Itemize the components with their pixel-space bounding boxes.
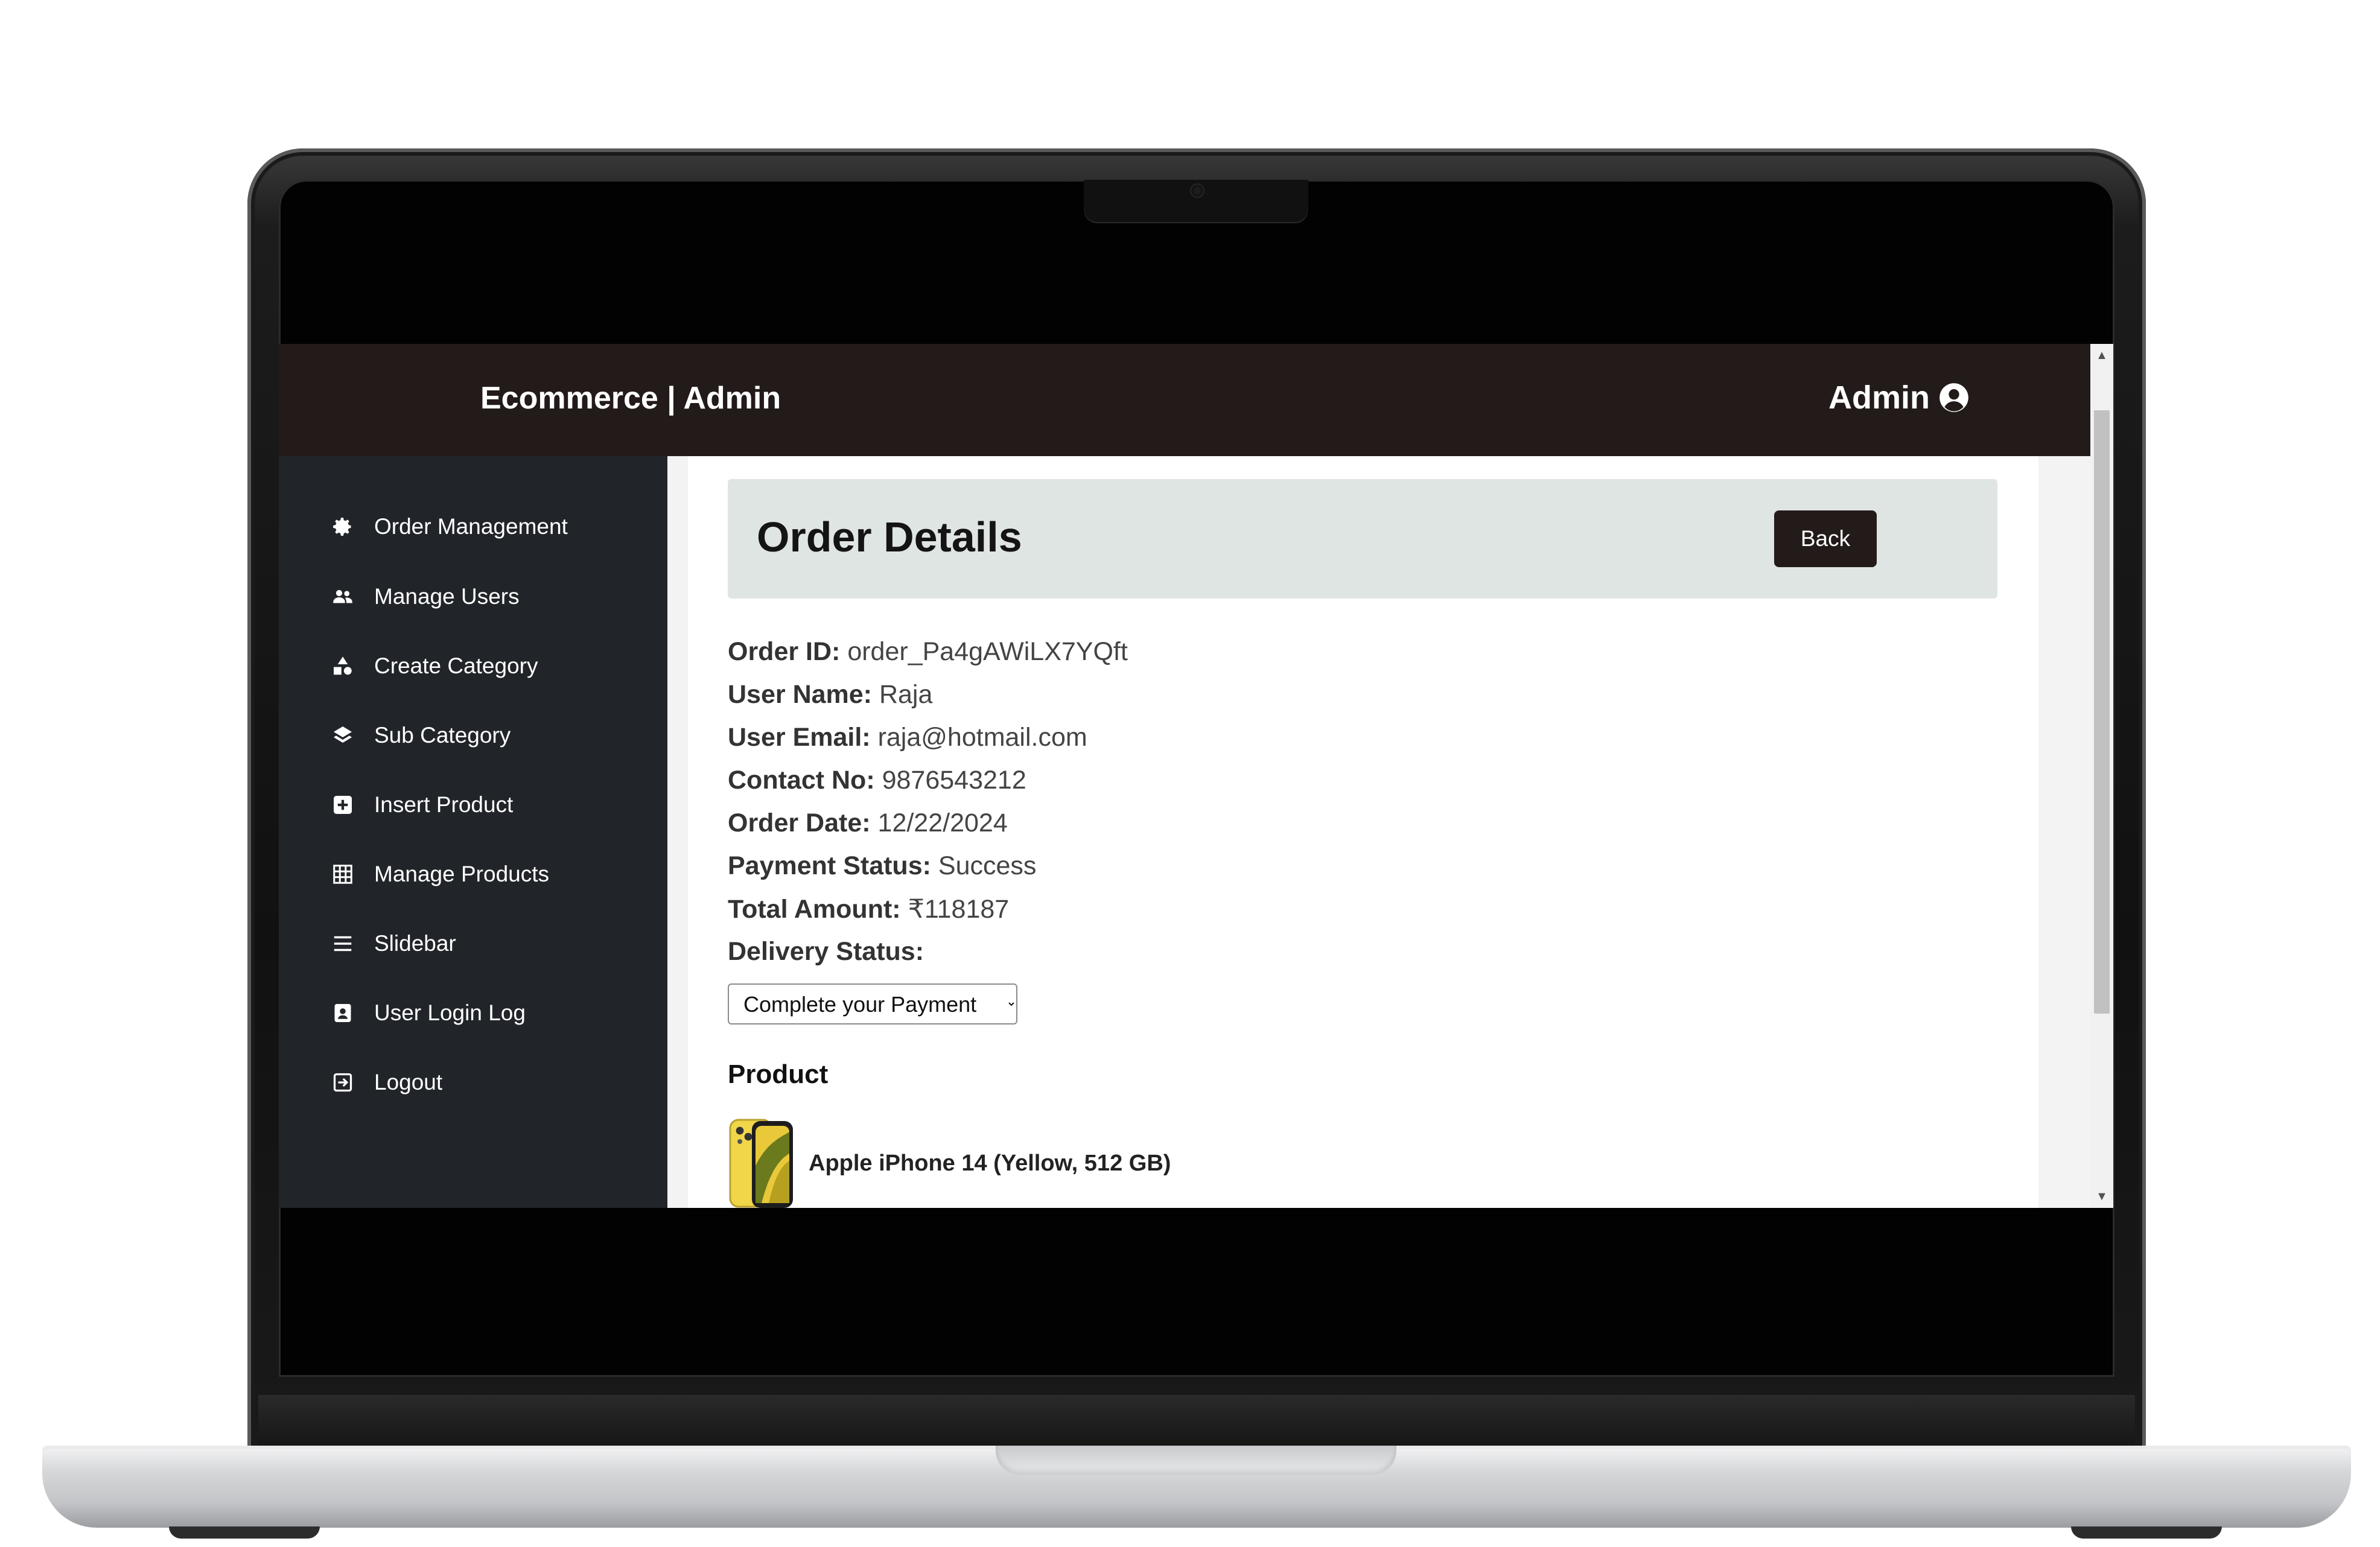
scrollbar-thumb[interactable] bbox=[2094, 410, 2110, 1014]
sidebar-item-label: Logout bbox=[374, 1070, 443, 1094]
sidebar-item-label: Slidebar bbox=[374, 931, 456, 956]
top-navbar: Ecommerce | Admin Admin bbox=[279, 344, 2090, 456]
order-id-row: Order ID: order_Pa4gAWiLX7YQft bbox=[728, 637, 1128, 667]
order-date-value: 12/22/2024 bbox=[877, 808, 1008, 837]
user-name-value: Raja bbox=[879, 680, 933, 709]
sidebar-item-label: Manage Users bbox=[374, 584, 520, 609]
order-date-row: Order Date: 12/22/2024 bbox=[728, 808, 1008, 838]
laptop-thumb-notch bbox=[996, 1446, 1396, 1475]
layers-icon bbox=[332, 725, 354, 746]
user-circle-icon bbox=[1938, 382, 1970, 413]
product-image bbox=[728, 1117, 795, 1208]
contact-label: Contact No: bbox=[728, 766, 875, 795]
sidebar-item-label: Manage Products bbox=[374, 862, 550, 886]
order-id-value: order_Pa4gAWiLX7YQft bbox=[847, 637, 1128, 666]
sidebar-item-manage-users[interactable]: Manage Users bbox=[332, 584, 520, 609]
admin-user-label: Admin bbox=[1828, 380, 1930, 416]
payment-status-value: Success bbox=[938, 851, 1037, 880]
laptop-hinge bbox=[258, 1395, 2135, 1447]
delivery-status-select[interactable]: Complete your Payment bbox=[728, 983, 1017, 1024]
page-scrollbar[interactable]: ▲ ▼ bbox=[2090, 344, 2113, 1208]
user-email-row: User Email: raja@hotmail.com bbox=[728, 723, 1087, 752]
sidebar-item-create-category[interactable]: Create Category bbox=[332, 653, 538, 679]
delivery-status-row: Delivery Status: bbox=[728, 937, 924, 967]
order-id-label: Order ID: bbox=[728, 637, 841, 666]
back-button[interactable]: Back bbox=[1774, 510, 1877, 567]
user-name-row: User Name: Raja bbox=[728, 680, 932, 710]
order-details-card: Order Details Back Order ID: order_Pa4gA… bbox=[688, 456, 2038, 1208]
camera-icon bbox=[1191, 185, 1203, 197]
total-amount-label: Total Amount: bbox=[728, 895, 901, 924]
admin-user-menu[interactable]: Admin bbox=[1828, 379, 1970, 416]
contact-row: Contact No: 9876543212 bbox=[728, 766, 1026, 795]
sidebar-item-label: Create Category bbox=[374, 653, 538, 678]
sidebar-item-label: Order Management bbox=[374, 514, 568, 539]
sidebar-item-sub-category[interactable]: Sub Category bbox=[332, 723, 511, 748]
sidebar-item-label: Sub Category bbox=[374, 723, 511, 748]
sidebar-item-label: User Login Log bbox=[374, 1000, 526, 1025]
bars-icon bbox=[332, 933, 354, 955]
sidebar-item-user-login-log[interactable]: User Login Log bbox=[332, 1000, 526, 1026]
sidebar-item-slidebar[interactable]: Slidebar bbox=[332, 931, 456, 956]
payment-status-row: Payment Status: Success bbox=[728, 851, 1036, 881]
plus-square-icon bbox=[332, 794, 354, 816]
page-header: Order Details Back bbox=[728, 479, 1997, 599]
laptop-foot-left bbox=[169, 1526, 320, 1539]
user-email-label: User Email: bbox=[728, 723, 871, 752]
product-name: Apple iPhone 14 (Yellow, 512 GB) bbox=[809, 1150, 1171, 1176]
grid-icon bbox=[332, 863, 354, 885]
delivery-status-label: Delivery Status: bbox=[728, 937, 924, 966]
scroll-up-arrow-icon[interactable]: ▲ bbox=[2090, 344, 2113, 367]
user-email-value: raja@hotmail.com bbox=[877, 723, 1087, 752]
sidebar-item-manage-products[interactable]: Manage Products bbox=[332, 862, 549, 887]
page-title: Order Details bbox=[757, 513, 1022, 561]
main-content: Order Details Back Order ID: order_Pa4gA… bbox=[667, 456, 2090, 1208]
gear-icon bbox=[332, 516, 354, 538]
logout-icon bbox=[332, 1072, 354, 1093]
total-amount-row: Total Amount: ₹118187 bbox=[728, 894, 1009, 924]
order-date-label: Order Date: bbox=[728, 808, 871, 837]
sidebar-item-order-management[interactable]: Order Management bbox=[332, 514, 568, 539]
contact-value: 9876543212 bbox=[882, 766, 1026, 795]
browser-viewport: Ecommerce | Admin Admin Order Management… bbox=[279, 344, 2113, 1208]
sidebar-item-label: Insert Product bbox=[374, 792, 514, 817]
laptop-foot-right bbox=[2071, 1526, 2222, 1539]
user-name-label: User Name: bbox=[728, 680, 872, 709]
brand-title[interactable]: Ecommerce | Admin bbox=[480, 380, 781, 416]
sidebar-item-insert-product[interactable]: Insert Product bbox=[332, 792, 513, 818]
id-badge-icon bbox=[332, 1002, 354, 1024]
sidebar: Order Management Manage Users Create Cat… bbox=[279, 456, 667, 1208]
product-section-title: Product bbox=[728, 1059, 829, 1089]
shapes-icon bbox=[332, 655, 354, 677]
product-list-item: Apple iPhone 14 (Yellow, 512 GB) bbox=[728, 1117, 1171, 1208]
scroll-down-arrow-icon[interactable]: ▼ bbox=[2090, 1185, 2113, 1208]
payment-status-label: Payment Status: bbox=[728, 851, 931, 880]
total-amount-value: ₹118187 bbox=[908, 895, 1010, 924]
sidebar-item-logout[interactable]: Logout bbox=[332, 1070, 442, 1095]
users-icon bbox=[332, 586, 354, 608]
